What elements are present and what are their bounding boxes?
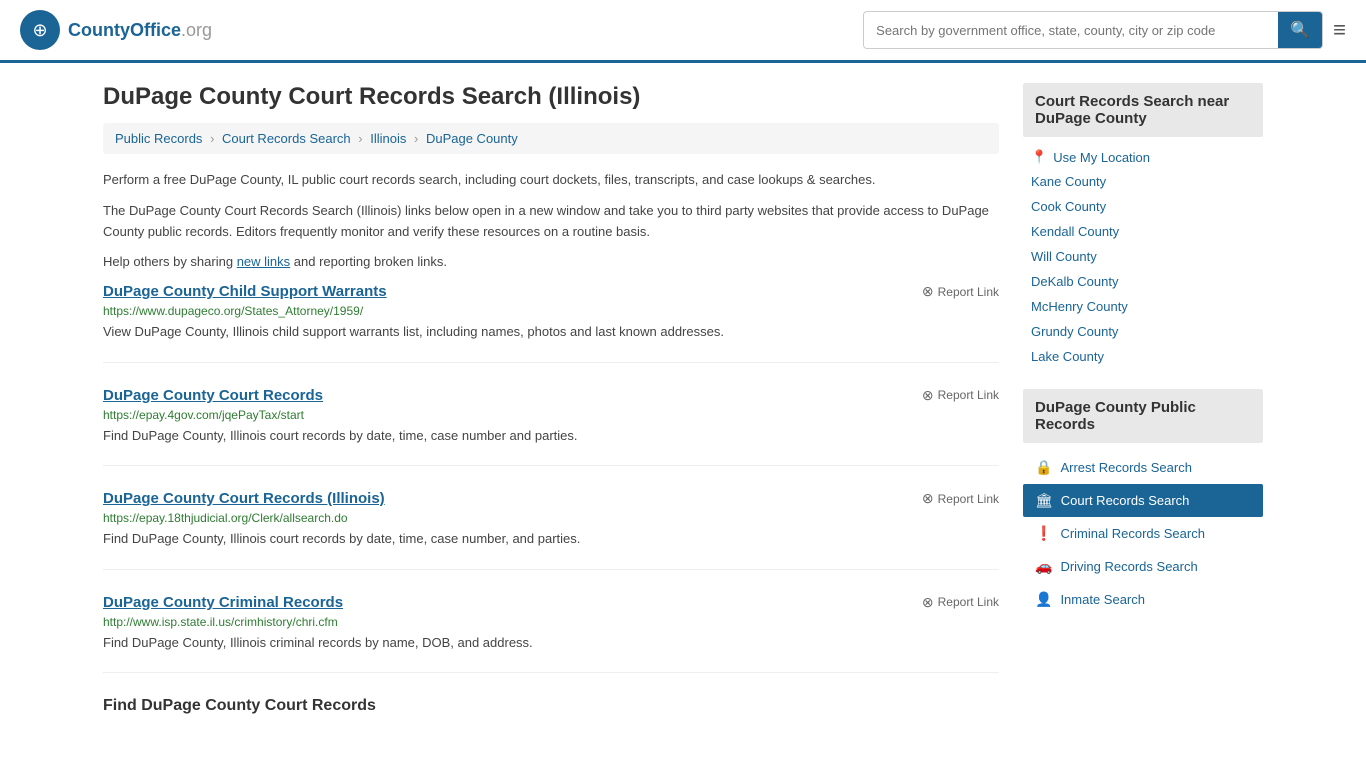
find-heading: Find DuPage County Court Records: [103, 697, 999, 715]
breadcrumb: Public Records › Court Records Search › …: [103, 123, 999, 154]
search-bar: 🔍: [863, 11, 1323, 49]
inmate-search-icon: 👤: [1035, 591, 1052, 608]
main-container: DuPage County Court Records Search (Illi…: [83, 63, 1283, 735]
result-desc-2: Find DuPage County, Illinois court recor…: [103, 529, 999, 549]
public-records-header: DuPage County Public Records: [1023, 389, 1263, 443]
result-url-2: https://epay.18thjudicial.org/Clerk/alls…: [103, 511, 999, 525]
result-item: DuPage County Child Support Warrants ⊗ R…: [103, 283, 999, 363]
sidebar-nearby-1[interactable]: Cook County: [1023, 194, 1263, 219]
site-logo-icon: ⊕: [20, 10, 60, 50]
report-link-3[interactable]: ⊗ Report Link: [922, 594, 999, 611]
sidebar-nearby-4[interactable]: DeKalb County: [1023, 269, 1263, 294]
report-link-2[interactable]: ⊗ Report Link: [922, 490, 999, 507]
result-item: DuPage County Court Records (Illinois) ⊗…: [103, 490, 999, 570]
sidebar-nearby-2[interactable]: Kendall County: [1023, 219, 1263, 244]
search-input[interactable]: [864, 15, 1278, 46]
public-records-section: DuPage County Public Records 🔒 Arrest Re…: [1023, 389, 1263, 616]
report-link-1[interactable]: ⊗ Report Link: [922, 387, 999, 404]
sidebar-nearby-6[interactable]: Grundy County: [1023, 319, 1263, 344]
result-url-0: https://www.dupageco.org/States_Attorney…: [103, 304, 999, 318]
use-my-location-link[interactable]: 📍 Use My Location: [1023, 145, 1263, 169]
sidebar-nearby-0[interactable]: Kane County: [1023, 169, 1263, 194]
hamburger-menu-icon[interactable]: ≡: [1333, 17, 1346, 43]
logo-area: ⊕ CountyOffice.org: [20, 10, 212, 50]
sidebar-nav-court-records[interactable]: 🏛 Court Records Search: [1023, 484, 1263, 517]
header: ⊕ CountyOffice.org 🔍 ≡: [0, 0, 1366, 63]
sidebar-nearby-5[interactable]: McHenry County: [1023, 294, 1263, 319]
report-icon-1: ⊗: [922, 387, 934, 404]
content-area: DuPage County Court Records Search (Illi…: [103, 83, 999, 715]
result-item: DuPage County Criminal Records ⊗ Report …: [103, 594, 999, 674]
sidebar-nearby-3[interactable]: Will County: [1023, 244, 1263, 269]
report-link-0[interactable]: ⊗ Report Link: [922, 283, 999, 300]
sidebar: Court Records Search near DuPage County …: [1023, 83, 1263, 715]
header-right: 🔍 ≡: [863, 11, 1346, 49]
report-icon-3: ⊗: [922, 594, 934, 611]
result-desc-3: Find DuPage County, Illinois criminal re…: [103, 633, 999, 653]
description-2: The DuPage County Court Records Search (…: [103, 201, 999, 243]
result-title-0[interactable]: DuPage County Child Support Warrants: [103, 283, 387, 300]
search-button[interactable]: 🔍: [1278, 12, 1322, 48]
result-url-3: http://www.isp.state.il.us/crimhistory/c…: [103, 615, 999, 629]
sidebar-nav-driving-records[interactable]: 🚗 Driving Records Search: [1023, 550, 1263, 583]
result-url-1: https://epay.4gov.com/jqePayTax/start: [103, 408, 999, 422]
nearby-section: Court Records Search near DuPage County …: [1023, 83, 1263, 369]
result-title-2[interactable]: DuPage County Court Records (Illinois): [103, 490, 385, 507]
sidebar-nearby-7[interactable]: Lake County: [1023, 344, 1263, 369]
criminal-records-icon: ❗: [1035, 525, 1052, 542]
description-3: Help others by sharing new links and rep…: [103, 252, 999, 273]
location-pin-icon: 📍: [1031, 149, 1047, 165]
page-title: DuPage County Court Records Search (Illi…: [103, 83, 999, 111]
report-icon-2: ⊗: [922, 490, 934, 507]
report-icon-0: ⊗: [922, 283, 934, 300]
new-links-link[interactable]: new links: [237, 254, 290, 269]
breadcrumb-illinois[interactable]: Illinois: [370, 131, 406, 146]
arrest-records-icon: 🔒: [1035, 459, 1052, 476]
sidebar-nav-arrest-records[interactable]: 🔒 Arrest Records Search: [1023, 451, 1263, 484]
result-item: DuPage County Court Records ⊗ Report Lin…: [103, 387, 999, 467]
breadcrumb-court-records-search[interactable]: Court Records Search: [222, 131, 351, 146]
site-logo-text: CountyOffice.org: [68, 20, 212, 41]
breadcrumb-public-records[interactable]: Public Records: [115, 131, 202, 146]
result-desc-0: View DuPage County, Illinois child suppo…: [103, 322, 999, 342]
description-1: Perform a free DuPage County, IL public …: [103, 170, 999, 191]
driving-records-icon: 🚗: [1035, 558, 1052, 575]
breadcrumb-dupage-county[interactable]: DuPage County: [426, 131, 518, 146]
nearby-header: Court Records Search near DuPage County: [1023, 83, 1263, 137]
result-title-1[interactable]: DuPage County Court Records: [103, 387, 323, 404]
result-title-3[interactable]: DuPage County Criminal Records: [103, 594, 343, 611]
sidebar-nav-inmate-search[interactable]: 👤 Inmate Search: [1023, 583, 1263, 616]
sidebar-nav-criminal-records[interactable]: ❗ Criminal Records Search: [1023, 517, 1263, 550]
result-desc-1: Find DuPage County, Illinois court recor…: [103, 426, 999, 446]
court-records-icon: 🏛: [1035, 492, 1053, 509]
